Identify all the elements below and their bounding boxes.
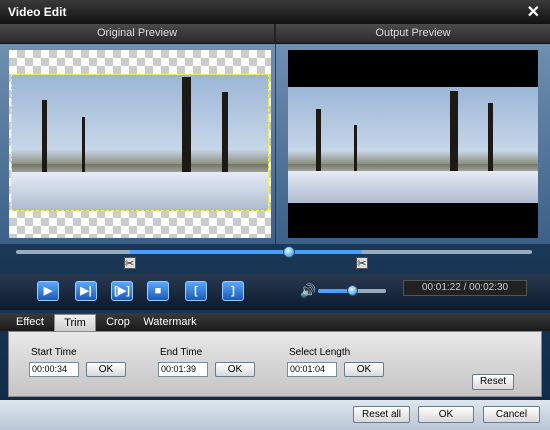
- seek-slider[interactable]: [16, 246, 532, 258]
- trim-panel: Start Time 00:00:34 OK End Time 00:01:39…: [8, 331, 542, 397]
- close-icon[interactable]: ✕: [527, 2, 540, 22]
- playback-controls: ▶ ▶| [▶] ■ [ ] 🔊 00:01:22 / 00:02:30: [0, 274, 550, 310]
- volume-slider[interactable]: [318, 285, 386, 296]
- trim-selection-range: [129, 250, 362, 254]
- reset-all-button[interactable]: Reset all: [353, 406, 410, 423]
- bracket-left-icon: [: [194, 285, 198, 297]
- tree: [42, 100, 47, 173]
- start-time-label: Start Time: [31, 347, 77, 358]
- tab-trim[interactable]: Trim: [54, 314, 96, 331]
- step-forward-icon: ▶|: [80, 285, 92, 297]
- speaker-icon[interactable]: 🔊: [300, 283, 316, 299]
- tree: [316, 108, 321, 171]
- frame-icon: [▶]: [114, 285, 130, 297]
- play-button[interactable]: ▶: [37, 281, 59, 301]
- stop-button[interactable]: ■: [147, 281, 169, 301]
- select-length-ok-button[interactable]: OK: [344, 362, 384, 377]
- output-preview-heading: Output Preview: [375, 27, 451, 39]
- select-length-field[interactable]: 00:01:04: [287, 362, 337, 377]
- snapshot-button[interactable]: [▶]: [111, 281, 133, 301]
- stop-icon: ■: [154, 285, 162, 297]
- next-frame-button[interactable]: ▶|: [75, 281, 97, 301]
- original-preview-heading: Original Preview: [96, 27, 178, 39]
- preview-headings: Original Preview Output Preview: [0, 24, 550, 44]
- output-scene: [288, 87, 538, 203]
- start-time-field[interactable]: 00:00:34: [29, 362, 79, 377]
- seek-slider-handle[interactable]: [283, 246, 296, 258]
- trim-start-marker-icon[interactable]: ✂: [123, 257, 136, 270]
- cancel-button[interactable]: Cancel: [483, 406, 540, 423]
- tree: [450, 90, 458, 171]
- end-time-ok-button[interactable]: OK: [215, 362, 255, 377]
- tree: [488, 102, 493, 171]
- original-preview-panel: [0, 44, 275, 244]
- volume-slider-handle[interactable]: [347, 285, 358, 296]
- tree: [82, 117, 85, 173]
- tree: [222, 92, 228, 173]
- tab-crop[interactable]: Crop: [100, 314, 136, 331]
- original-video-frame[interactable]: [11, 74, 269, 211]
- title-bar: Video Edit ✕: [0, 0, 550, 24]
- start-time-ok-button[interactable]: OK: [86, 362, 126, 377]
- tab-effect[interactable]: Effect: [10, 314, 50, 331]
- tab-watermark[interactable]: Watermark: [140, 314, 200, 331]
- tree: [182, 77, 191, 173]
- time-display: 00:01:22 / 00:02:30: [403, 280, 527, 296]
- reset-button[interactable]: Reset: [472, 374, 514, 390]
- select-length-label: Select Length: [289, 347, 351, 358]
- bracket-right-icon: ]: [231, 285, 235, 297]
- end-time-field[interactable]: 00:01:39: [158, 362, 208, 377]
- end-time-label: End Time: [160, 347, 203, 358]
- window-title: Video Edit: [8, 5, 67, 19]
- snowy-ground: [12, 172, 268, 210]
- tree: [354, 124, 357, 171]
- video-edit-window: Video Edit ✕ Original Preview Output Pre…: [0, 0, 550, 430]
- output-preview-panel: [276, 44, 550, 244]
- output-video-frame: [288, 50, 538, 238]
- trim-end-marker-icon[interactable]: ✂: [355, 257, 368, 270]
- ok-button[interactable]: OK: [418, 406, 474, 423]
- dialog-footer: Reset all OK Cancel: [0, 400, 550, 430]
- play-icon: ▶: [43, 285, 53, 297]
- edit-tabs: Effect Trim Crop Watermark: [0, 313, 550, 331]
- mark-out-button[interactable]: ]: [222, 281, 244, 301]
- mark-in-button[interactable]: [: [185, 281, 207, 301]
- snowy-ground: [288, 170, 538, 203]
